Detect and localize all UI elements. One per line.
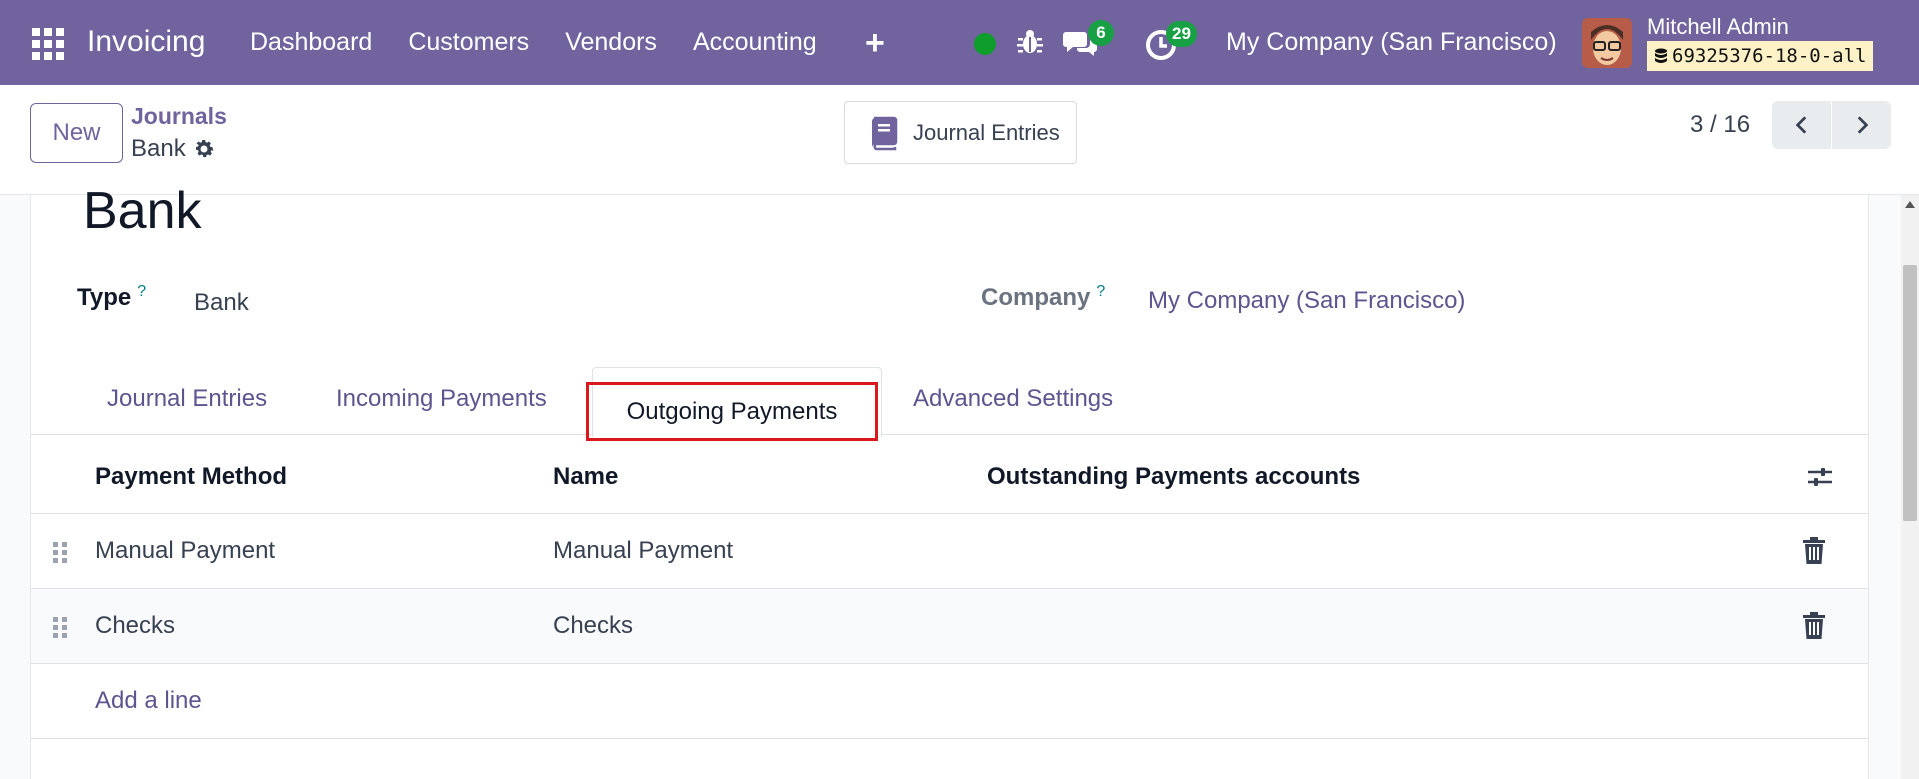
payment-methods-table: Payment Method Name Outstanding Payments… <box>31 440 1868 739</box>
database-icon <box>1655 48 1667 63</box>
tab-incoming-payments[interactable]: Incoming Payments <box>336 385 547 413</box>
pager-value[interactable]: 3 / 16 <box>1690 111 1750 139</box>
pager-previous-button[interactable] <box>1772 101 1831 149</box>
add-a-line-link[interactable]: Add a line <box>95 687 202 715</box>
control-panel: New Journals Bank Journal Entries 3 / 16 <box>0 85 1919 195</box>
column-settings-icon[interactable] <box>1805 462 1835 492</box>
tab-outgoing-payments[interactable]: Outgoing Payments <box>586 382 878 441</box>
column-payment-method[interactable]: Payment Method <box>95 463 287 491</box>
tab-advanced-settings[interactable]: Advanced Settings <box>913 385 1113 413</box>
trash-icon[interactable] <box>1801 537 1827 565</box>
type-value[interactable]: Bank <box>194 289 249 317</box>
table-row[interactable]: Checks Checks <box>31 589 1868 664</box>
company-help-icon[interactable]: ? <box>1096 283 1105 300</box>
column-name[interactable]: Name <box>553 463 618 491</box>
main-menu: Dashboard Customers Vendors Accounting <box>250 28 853 57</box>
chat-count-badge: 6 <box>1088 20 1114 46</box>
breadcrumb-current: Bank <box>131 135 216 163</box>
column-outstanding-accounts[interactable]: Outstanding Payments accounts <box>987 463 1360 491</box>
type-label: Type? <box>77 283 146 312</box>
drag-handle-icon[interactable] <box>51 615 69 641</box>
notebook-tabs: Journal Entries Incoming Payments Advanc… <box>31 367 1868 435</box>
record-title[interactable]: Bank <box>83 181 202 241</box>
pager-next-button[interactable] <box>1832 101 1891 149</box>
chevron-right-icon <box>1857 116 1868 134</box>
menu-vendors[interactable]: Vendors <box>565 28 657 57</box>
row-payment-method[interactable]: Manual Payment <box>95 537 275 565</box>
gear-icon[interactable] <box>192 137 216 161</box>
drag-handle-icon[interactable] <box>51 540 69 566</box>
vertical-scrollbar[interactable] <box>1901 195 1919 779</box>
company-label: Company? <box>981 283 1105 312</box>
smart-button-label: Journal Entries <box>913 119 1060 145</box>
user-name[interactable]: Mitchell Admin <box>1647 14 1789 40</box>
scrollbar-thumb[interactable] <box>1903 265 1917 521</box>
new-button[interactable]: New <box>30 103 123 163</box>
status-indicator <box>974 33 996 55</box>
type-label-text: Type <box>77 284 132 311</box>
scroll-up-arrow-icon[interactable] <box>1905 201 1915 208</box>
database-badge: 69325376-18-0-all <box>1647 41 1874 71</box>
breadcrumb-current-label: Bank <box>131 135 186 162</box>
table-header: Payment Method Name Outstanding Payments… <box>31 440 1868 514</box>
user-avatar[interactable] <box>1582 18 1632 68</box>
row-name[interactable]: Manual Payment <box>553 537 733 565</box>
form-sheet: Bank Type? Bank Company? My Company (San… <box>30 182 1869 779</box>
activity-count-badge: 29 <box>1166 21 1197 47</box>
menu-accounting[interactable]: Accounting <box>693 28 817 57</box>
app-name[interactable]: Invoicing <box>87 25 205 59</box>
tab-journal-entries[interactable]: Journal Entries <box>107 385 267 413</box>
apps-grid-icon[interactable] <box>32 28 64 60</box>
add-line-row: Add a line <box>31 664 1868 739</box>
chevron-left-icon <box>1795 116 1806 134</box>
company-switcher[interactable]: My Company (San Francisco) <box>1226 28 1557 57</box>
breadcrumb-journals[interactable]: Journals <box>131 103 227 130</box>
book-icon <box>871 116 898 150</box>
company-label-text: Company <box>981 284 1091 311</box>
table-row[interactable]: Manual Payment Manual Payment <box>31 514 1868 589</box>
plus-icon[interactable]: + <box>865 24 885 63</box>
row-name[interactable]: Checks <box>553 612 633 640</box>
menu-dashboard[interactable]: Dashboard <box>250 28 372 57</box>
company-field[interactable]: My Company (San Francisco) <box>1148 287 1465 315</box>
bug-icon[interactable] <box>1016 28 1044 56</box>
top-navbar: Invoicing Dashboard Customers Vendors Ac… <box>0 0 1919 85</box>
trash-icon[interactable] <box>1801 612 1827 640</box>
menu-customers[interactable]: Customers <box>408 28 529 57</box>
database-name: 69325376-18-0-all <box>1672 45 1867 67</box>
row-payment-method[interactable]: Checks <box>95 612 175 640</box>
journal-entries-smart-button[interactable]: Journal Entries <box>844 101 1077 164</box>
type-help-icon[interactable]: ? <box>137 283 146 300</box>
